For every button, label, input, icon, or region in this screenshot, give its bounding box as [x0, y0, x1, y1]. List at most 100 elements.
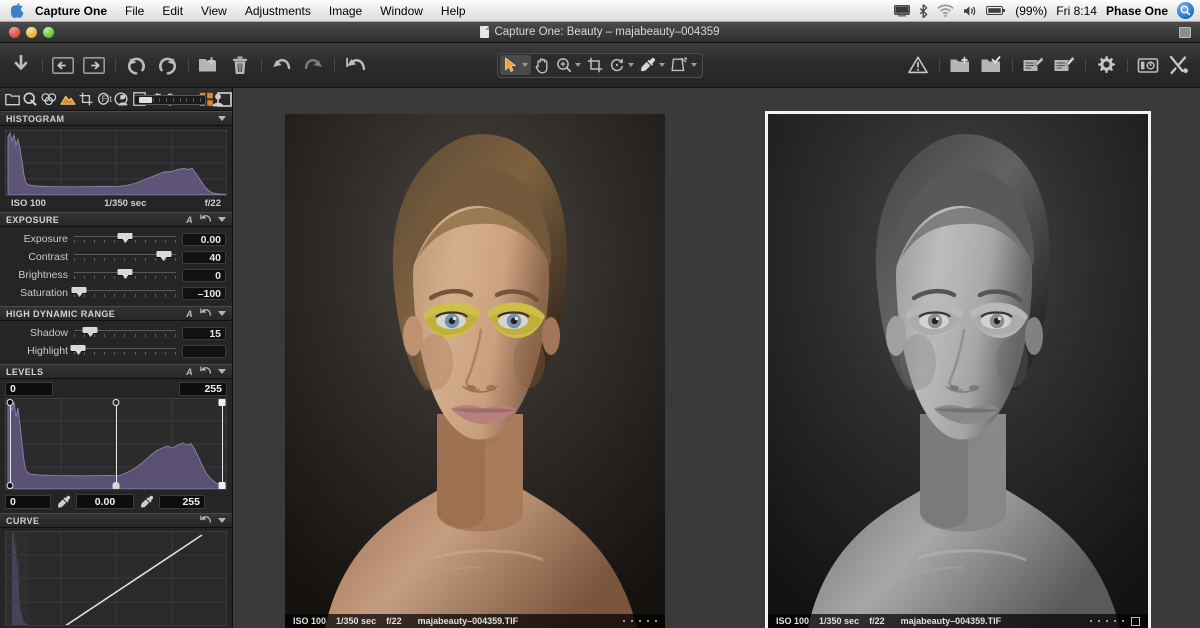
levels-bottom-right-input[interactable]: 255	[159, 495, 205, 509]
reset-arrow-icon[interactable]	[200, 515, 211, 527]
copy-adjustments-icon[interactable]	[1019, 52, 1047, 79]
slider-value[interactable]: 0.00	[182, 233, 226, 246]
chevron-down-icon[interactable]	[218, 311, 226, 316]
pointer-arrow-icon[interactable]	[500, 55, 531, 75]
slider-value[interactable]: 0	[182, 269, 226, 282]
chevron-down-icon[interactable]	[218, 217, 226, 222]
eyedropper-white-icon[interactable]	[138, 494, 155, 509]
menu-adjustments[interactable]: Adjustments	[236, 0, 320, 22]
slider-value[interactable]: 40	[182, 251, 226, 264]
keystone-icon[interactable]	[668, 55, 700, 75]
slider-handle[interactable]	[72, 287, 87, 293]
zoom-button[interactable]	[43, 27, 54, 38]
slider-track[interactable]	[74, 286, 176, 300]
eyedropper-icon[interactable]	[637, 55, 668, 75]
menu-image[interactable]: Image	[320, 0, 371, 22]
zoom-slider[interactable]	[134, 95, 206, 105]
image-viewer[interactable]: ISO 100 1/350 sec f/22 majabeauty–004359…	[233, 88, 1200, 628]
curve-section-header[interactable]: CURVE	[0, 513, 232, 528]
auto-adjust-button[interactable]: A	[186, 215, 193, 225]
levels-black-point-marker[interactable]	[10, 399, 11, 489]
eyedropper-black-icon[interactable]	[55, 494, 72, 509]
apply-adjustments-icon[interactable]	[1050, 52, 1078, 79]
bluetooth-icon[interactable]	[919, 0, 928, 22]
levels-white-bottom-knob[interactable]	[218, 482, 225, 489]
chevron-down-icon[interactable]	[218, 116, 226, 121]
histogram-section-header[interactable]: HISTOGRAM	[0, 111, 232, 126]
chevron-down-icon[interactable]	[218, 369, 226, 374]
add-to-album-icon[interactable]	[946, 52, 974, 79]
slider-handle[interactable]	[118, 233, 133, 239]
chevron-down-icon[interactable]	[575, 63, 581, 67]
quick-icon[interactable]	[23, 90, 38, 109]
tools-icon[interactable]	[1165, 52, 1193, 79]
clock[interactable]: Fri 8:14	[1056, 4, 1097, 18]
viewer-image-color-portrait[interactable]: ISO 100 1/350 sec f/22 majabeauty–004359…	[285, 114, 665, 628]
menu-help[interactable]: Help	[432, 0, 475, 22]
search-icon[interactable]	[1177, 2, 1194, 19]
fit-label[interactable]: Fit	[101, 94, 112, 105]
histogram-graph[interactable]	[5, 130, 227, 196]
color-wheels-icon[interactable]	[41, 90, 57, 109]
menu-capture-one[interactable]: Capture One	[26, 0, 116, 22]
auto-adjust-button[interactable]: A	[186, 367, 193, 377]
chevron-down-icon[interactable]	[522, 63, 528, 67]
star-rating[interactable]	[623, 620, 657, 622]
levels-bottom-left-input[interactable]: 0	[5, 495, 51, 509]
slider-handle[interactable]	[118, 269, 133, 275]
battery-icon[interactable]	[986, 0, 1006, 22]
crop-icon[interactable]	[584, 55, 606, 75]
library-folder-icon[interactable]	[5, 90, 20, 109]
volume-icon[interactable]	[963, 0, 977, 22]
levels-midpoint-marker[interactable]	[116, 399, 117, 489]
levels-graph[interactable]	[5, 398, 227, 490]
levels-top-left-input[interactable]: 0	[5, 382, 53, 396]
chevron-down-icon[interactable]	[691, 63, 697, 67]
exposure-section-header[interactable]: EXPOSURE A	[0, 212, 232, 227]
slider-track[interactable]	[74, 232, 176, 246]
chevron-down-icon[interactable]	[628, 63, 634, 67]
slider-track[interactable]	[74, 250, 176, 264]
slider-handle[interactable]	[83, 327, 98, 333]
reset-arrow-icon[interactable]	[200, 214, 211, 226]
hdr-section-header[interactable]: HIGH DYNAMIC RANGE A	[0, 306, 232, 321]
chevron-down-icon[interactable]	[659, 63, 665, 67]
menu-edit[interactable]: Edit	[153, 0, 192, 22]
slider-value[interactable]: 15	[182, 327, 226, 340]
zoom-magnifier-icon[interactable]	[553, 55, 584, 75]
close-button[interactable]	[9, 27, 20, 38]
levels-white-point-marker[interactable]	[222, 399, 223, 489]
slider-track[interactable]	[74, 344, 176, 358]
slider-handle[interactable]	[156, 251, 171, 257]
crop-tab-icon[interactable]	[79, 90, 94, 109]
curve-graph[interactable]	[5, 531, 227, 626]
batch-queue-icon[interactable]	[1134, 52, 1162, 79]
rotate-straighten-icon[interactable]	[606, 55, 637, 75]
slider-value[interactable]: –100	[182, 287, 226, 300]
apple-logo-icon[interactable]	[0, 3, 26, 18]
slider-track[interactable]	[74, 268, 176, 282]
levels-black-bottom-knob[interactable]	[7, 482, 14, 489]
variant-icon[interactable]	[1131, 617, 1140, 626]
check-album-icon[interactable]	[977, 52, 1005, 79]
levels-mid-top-knob[interactable]	[113, 399, 120, 406]
reset-arrow-icon[interactable]	[200, 366, 211, 378]
display-icon[interactable]	[894, 0, 910, 22]
levels-mid-bottom-knob[interactable]	[113, 482, 120, 489]
exposure-mountain-icon[interactable]	[60, 90, 76, 109]
menu-file[interactable]: File	[116, 0, 153, 22]
chevron-down-icon[interactable]	[218, 518, 226, 523]
levels-white-top-knob[interactable]	[218, 399, 225, 406]
levels-section-header[interactable]: LEVELS A	[0, 364, 232, 379]
menu-window[interactable]: Window	[371, 0, 432, 22]
slider-handle[interactable]	[71, 345, 86, 351]
auto-adjust-button[interactable]: A	[186, 309, 193, 319]
wifi-icon[interactable]	[937, 0, 954, 22]
zoom-slider-handle[interactable]	[139, 97, 152, 103]
user-name[interactable]: Phase One	[1106, 4, 1168, 18]
menu-view[interactable]: View	[192, 0, 236, 22]
warning-triangle-icon[interactable]	[904, 52, 932, 79]
levels-black-top-knob[interactable]	[7, 399, 14, 406]
gear-icon[interactable]	[1092, 52, 1120, 79]
star-rating[interactable]	[1090, 620, 1124, 622]
